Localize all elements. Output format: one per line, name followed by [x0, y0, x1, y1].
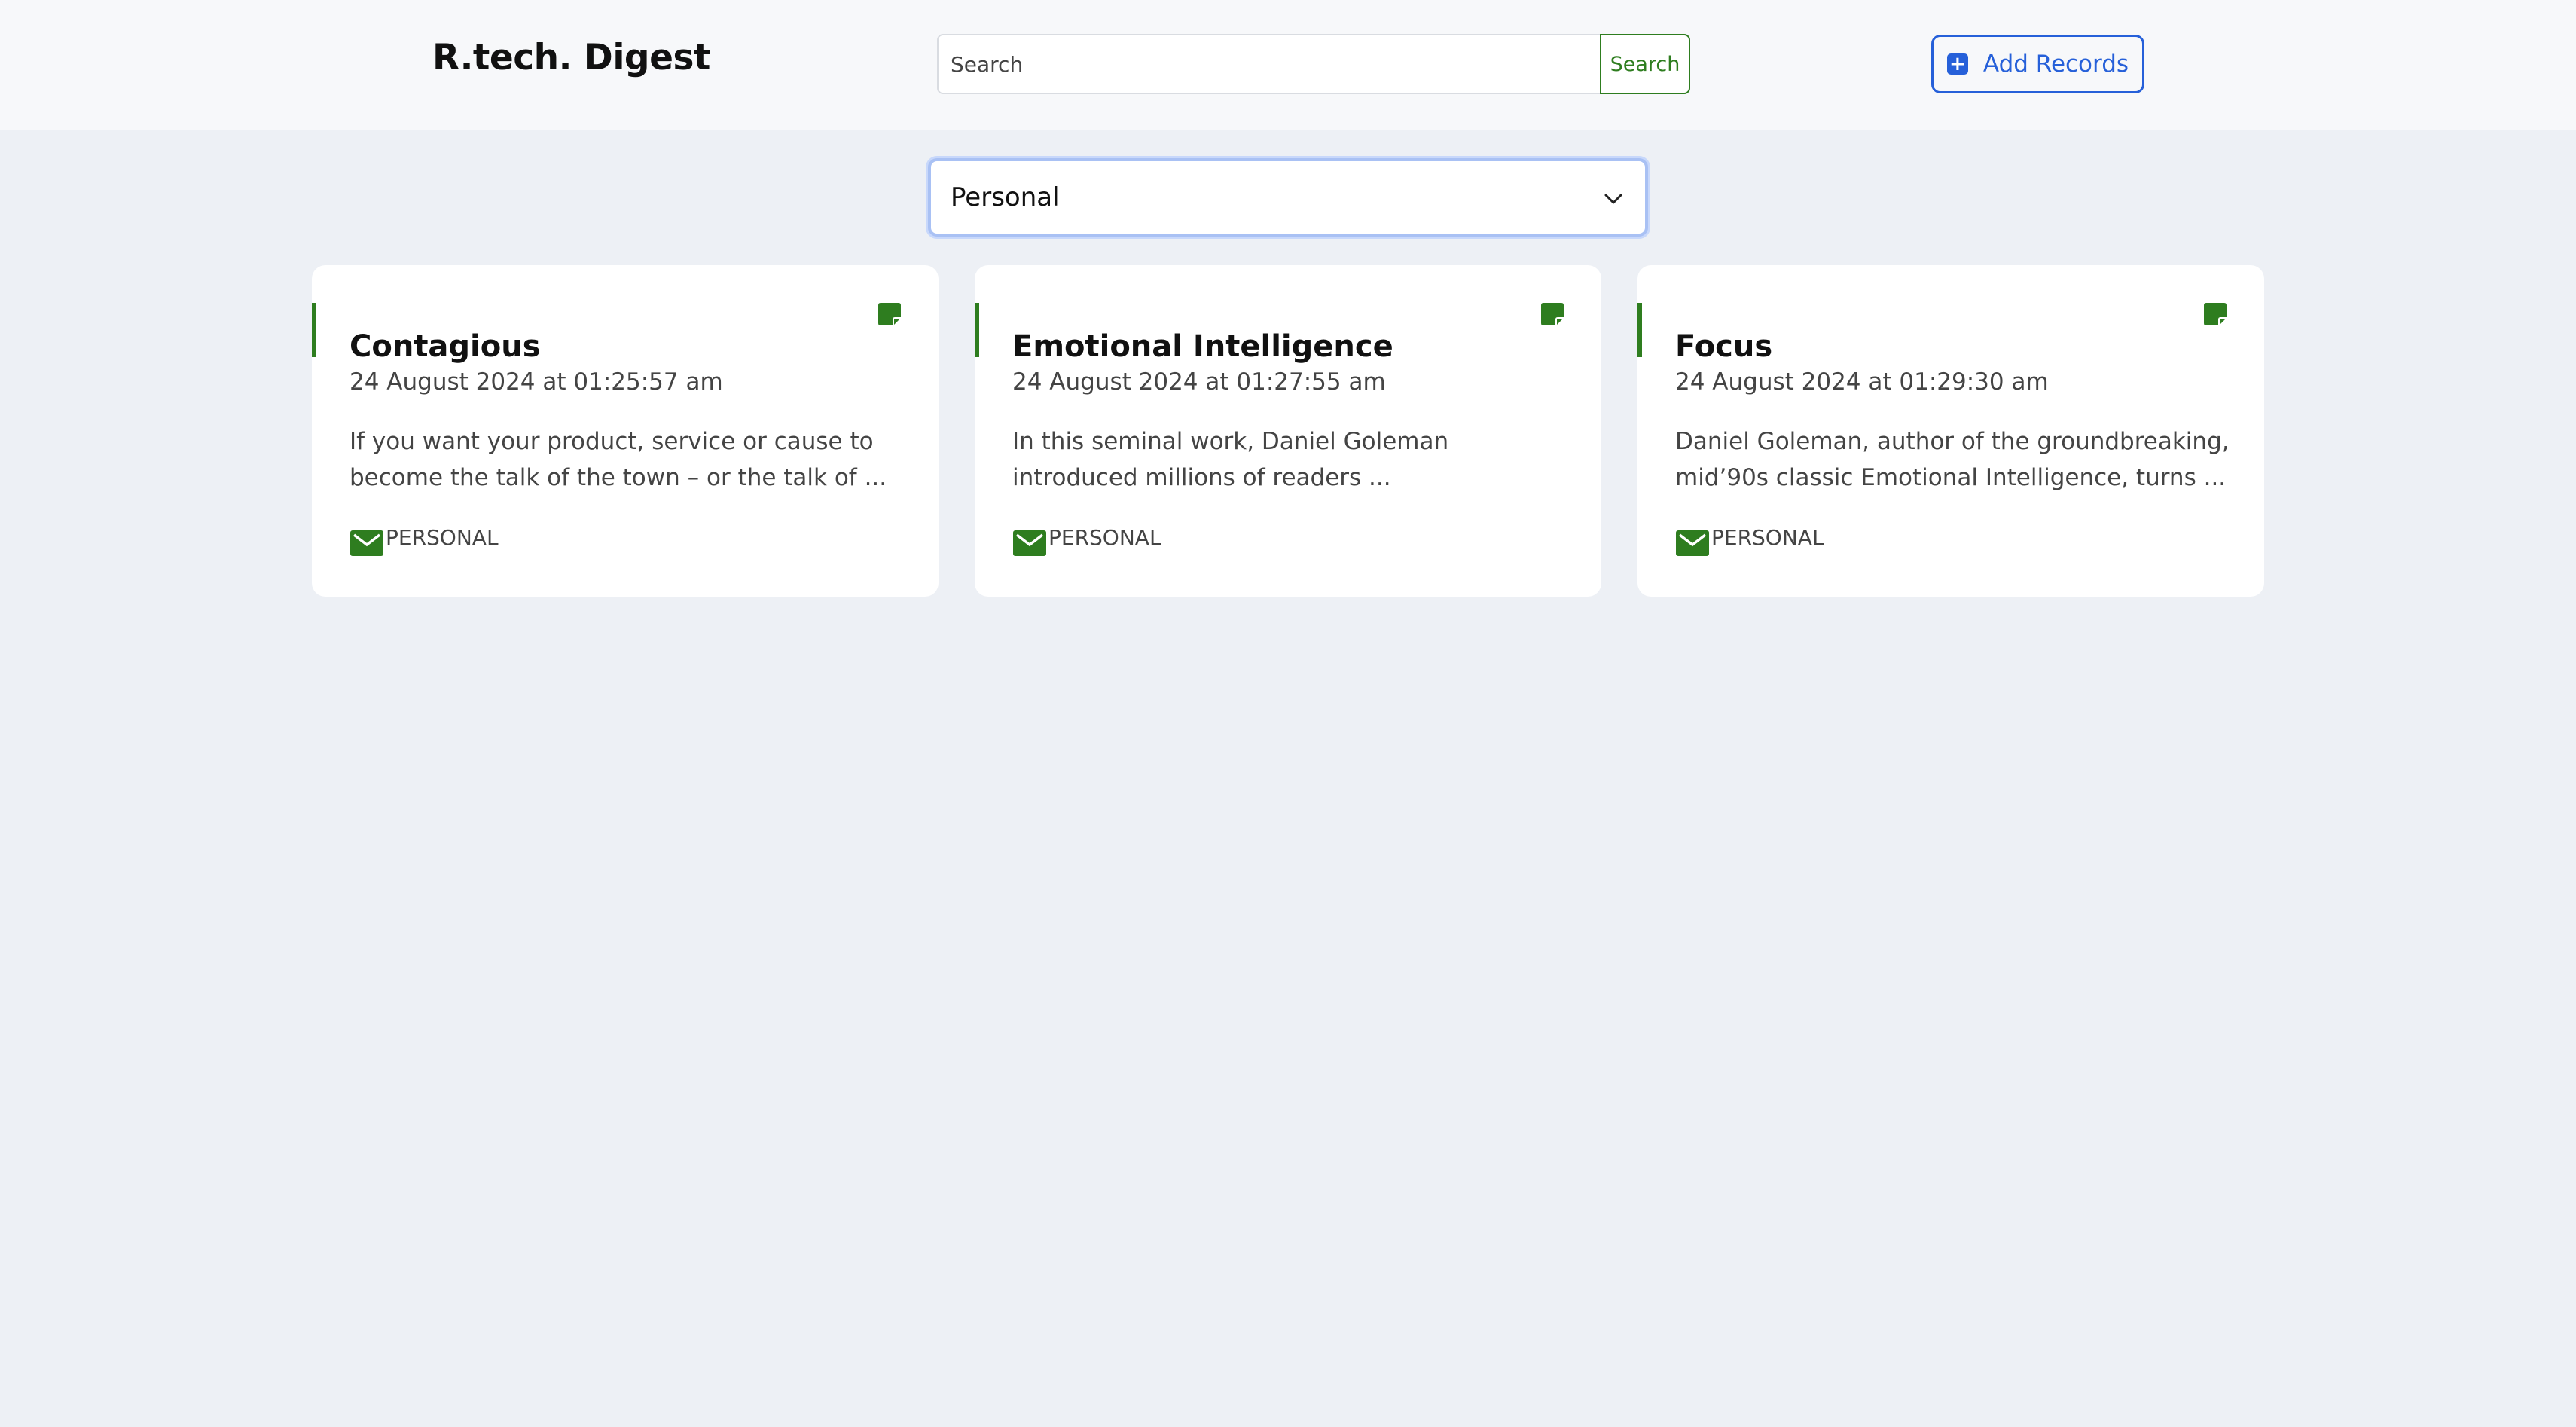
envelope-icon	[1676, 530, 1709, 556]
add-records-label: Add Records	[1982, 50, 2129, 78]
card-excerpt: Daniel Goleman, author of the groundbrea…	[1675, 428, 2230, 491]
record-card[interactable]: Focus 24 August 2024 at 01:29:30 am Dani…	[1637, 265, 2264, 597]
brand-title[interactable]: R.tech. Digest	[432, 33, 710, 83]
card-tag: PERSONAL	[386, 525, 499, 550]
sticky-note-icon[interactable]	[2204, 303, 2227, 325]
card-tag: PERSONAL	[1048, 525, 1161, 550]
card-accent-bar	[1637, 303, 1642, 357]
search-button[interactable]: Search	[1600, 34, 1690, 94]
card-date: 24 August 2024 at 01:29:30 am	[1675, 368, 2049, 396]
card-title: Emotional Intelligence	[1012, 329, 1393, 364]
category-select[interactable]: Personal	[928, 158, 1648, 237]
card-excerpt: In this seminal work, Daniel Goleman int…	[1012, 428, 1449, 491]
card-title: Contagious	[349, 329, 541, 364]
navbar: R.tech. Digest Search + Add Records	[0, 0, 2576, 130]
record-card[interactable]: Emotional Intelligence 24 August 2024 at…	[975, 265, 1601, 597]
card-date: 24 August 2024 at 01:25:57 am	[349, 368, 723, 396]
envelope-icon	[1013, 530, 1046, 556]
card-accent-bar	[975, 303, 979, 357]
envelope-icon	[350, 530, 383, 556]
search-input[interactable]	[937, 34, 1601, 94]
card-title: Focus	[1675, 329, 1773, 364]
card-tag: PERSONAL	[1711, 525, 1824, 550]
card-accent-bar	[312, 303, 316, 357]
sticky-note-icon[interactable]	[1541, 303, 1564, 325]
chevron-down-icon	[1604, 194, 1622, 204]
record-card[interactable]: Contagious 24 August 2024 at 01:25:57 am…	[312, 265, 939, 597]
card-excerpt: If you want your product, service or cau…	[349, 428, 887, 491]
category-select-value: Personal	[951, 182, 1060, 212]
card-date: 24 August 2024 at 01:27:55 am	[1012, 368, 1386, 396]
plus-square-icon: +	[1946, 53, 1968, 75]
sticky-note-icon[interactable]	[878, 303, 901, 325]
add-records-button[interactable]: + Add Records	[1931, 35, 2144, 93]
